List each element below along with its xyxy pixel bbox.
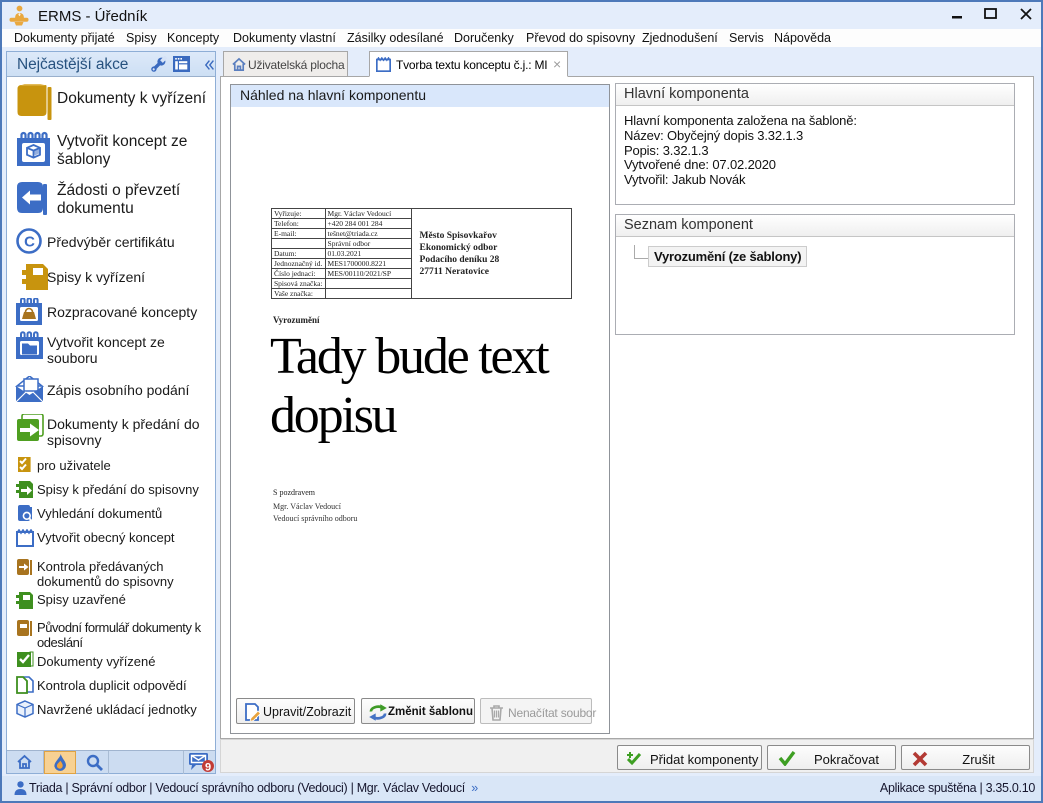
svg-text:C: C [24,234,35,251]
svg-text:9: 9 [205,762,211,774]
